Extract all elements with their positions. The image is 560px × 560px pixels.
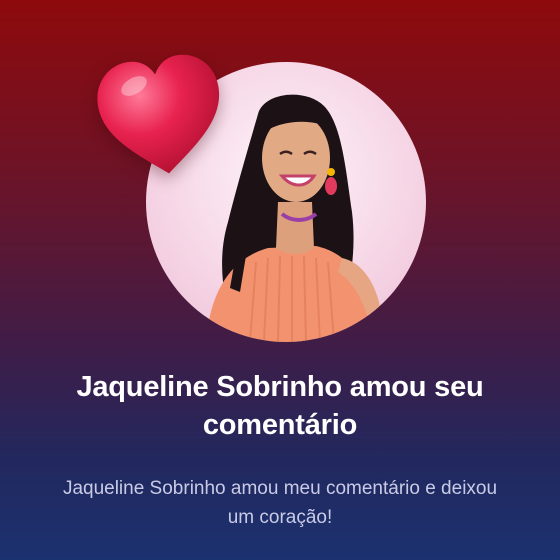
notification-message: Jaqueline Sobrinho amou meu comentário e… [62, 478, 498, 528]
notification-card[interactable]: Jaqueline Sobrinho amou seu comentário J… [0, 0, 560, 560]
heart-icon [97, 54, 220, 174]
notification-title: Jaqueline Sobrinho amou seu comentário [76, 371, 484, 441]
